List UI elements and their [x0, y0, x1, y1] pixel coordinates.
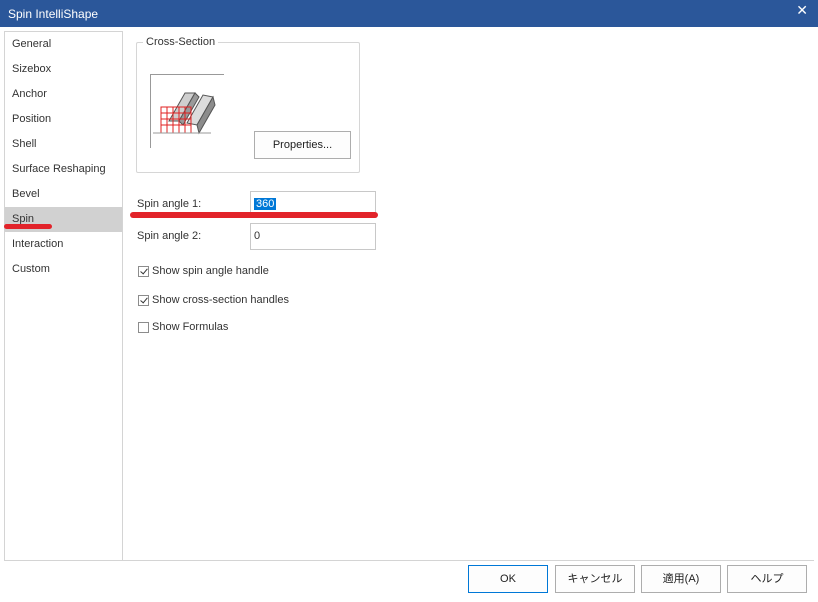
show-formulas-checkbox[interactable]: Show Formulas	[138, 320, 228, 334]
show-cross-section-handles-checkbox[interactable]: Show cross-section handles	[138, 293, 289, 307]
show-cross-section-handles-label: Show cross-section handles	[152, 294, 289, 306]
spin-angle-2-input[interactable]: 0	[250, 223, 376, 250]
checkbox-checked-icon[interactable]	[138, 294, 149, 306]
title-bar: Spin IntelliShape ✕	[0, 0, 818, 27]
spin-angle-1-label: Spin angle 1:	[137, 198, 202, 210]
cross-section-group: Cross-Section Properties...	[136, 36, 360, 173]
window-title: Spin IntelliShape	[8, 7, 99, 21]
checkbox-unchecked-icon[interactable]	[138, 321, 149, 333]
ok-button[interactable]: OK	[468, 565, 548, 593]
sidebar: General Sizebox Anchor Position Shell Su…	[4, 31, 123, 561]
sidebar-item-interaction[interactable]: Interaction	[5, 232, 122, 257]
spin-angle-1-value: 360	[254, 198, 277, 210]
sidebar-item-position[interactable]: Position	[5, 107, 122, 132]
dialog-body: General Sizebox Anchor Position Shell Su…	[0, 27, 818, 602]
sidebar-item-anchor[interactable]: Anchor	[5, 82, 122, 107]
help-button[interactable]: ヘルプ	[727, 565, 807, 593]
cancel-button[interactable]: キャンセル	[555, 565, 635, 593]
red-underline-spin-angle	[130, 212, 378, 218]
sidebar-item-surface-reshaping[interactable]: Surface Reshaping	[5, 157, 122, 182]
close-icon[interactable]: ✕	[796, 2, 808, 19]
sidebar-item-general[interactable]: General	[5, 32, 122, 57]
show-formulas-label: Show Formulas	[152, 321, 229, 333]
sidebar-item-sizebox[interactable]: Sizebox	[5, 57, 122, 82]
spin-angle-2-label: Spin angle 2:	[137, 230, 202, 242]
show-spin-angle-handle-label: Show spin angle handle	[152, 265, 269, 277]
footer-divider	[4, 560, 814, 561]
cross-section-preview-icon	[150, 74, 224, 148]
checkbox-checked-icon[interactable]	[138, 265, 149, 277]
sidebar-item-custom[interactable]: Custom	[5, 257, 122, 282]
red-underline-spin	[4, 224, 52, 229]
properties-button[interactable]: Properties...	[254, 131, 351, 159]
cross-section-legend: Cross-Section	[143, 36, 219, 48]
apply-button[interactable]: 適用(A)	[641, 565, 721, 593]
show-spin-angle-handle-checkbox[interactable]: Show spin angle handle	[138, 264, 269, 278]
sidebar-item-shell[interactable]: Shell	[5, 132, 122, 157]
sidebar-item-bevel[interactable]: Bevel	[5, 182, 122, 207]
